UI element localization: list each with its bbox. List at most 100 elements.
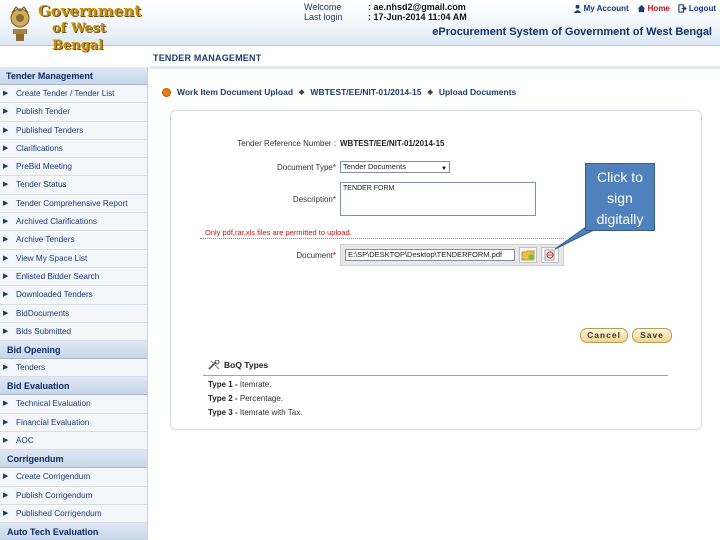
breadcrumb-item-upload-documents: Upload Documents: [438, 87, 517, 97]
arrow-right-icon: ▶: [3, 108, 9, 116]
folder-icon: [521, 250, 535, 261]
sidebar-section-corrigendum[interactable]: Corrigendum: [0, 450, 147, 469]
sidebar-item-archive-tenders[interactable]: ▶ Archive Tenders: [0, 231, 147, 250]
sidebar-item-label: Technical Evaluation: [16, 399, 91, 409]
sidebar-item-publish-tender[interactable]: ▶ Publish Tender: [0, 103, 147, 122]
sidebar-item-publish-corrigendum[interactable]: ▶ Publish Corrigendum: [0, 486, 147, 505]
arrow-right-icon: ▶: [3, 473, 9, 481]
arrow-right-icon: ▶: [3, 144, 9, 152]
home-icon: [637, 4, 645, 13]
boq-type-1: Type 1 - Itemrate.: [208, 380, 271, 389]
sidebar-item-label: Clarifications: [16, 143, 63, 153]
sidebar-item-label: Publish Tender: [16, 107, 71, 117]
sidebar-item-technical-evaluation[interactable]: ▶ Technical Evaluation: [0, 395, 147, 414]
sidebar-item-create-tender[interactable]: ▶ Create Tender / Tender List: [0, 85, 147, 104]
document-path-field[interactable]: E:\SP\DESKTOP\Desktop\TENDERFORM.pdf: [345, 249, 515, 261]
arrow-right-icon: ▶: [3, 491, 9, 499]
arrow-right-icon: ▶: [3, 218, 9, 226]
boq-type-3: Type 3 - Itemrate with Tax.: [208, 408, 302, 417]
sidebar-section-bid-opening[interactable]: Bid Opening: [0, 341, 147, 360]
required-mark: *: [332, 162, 336, 172]
document-type-value: Tender Documents: [343, 162, 406, 171]
tools-icon: [208, 360, 220, 370]
sidebar-section-bid-evaluation[interactable]: Bid Evaluation: [0, 377, 147, 396]
my-account-link[interactable]: My Account: [573, 4, 629, 13]
sidebar-item-archived-clarifications[interactable]: ▶ Archived Clarifications: [0, 213, 147, 232]
sidebar-item-aoc[interactable]: ▶ AOC: [0, 432, 147, 451]
sidebar-item-clarifications[interactable]: ▶ Clarifications: [0, 139, 147, 159]
document-type-select[interactable]: Tender Documents ▼: [340, 161, 450, 173]
arrow-right-icon: ▶: [3, 163, 9, 171]
sidebar-item-bids-submitted[interactable]: ▶ Bids Submitted: [0, 322, 147, 342]
boq-type-2: Type 2 - Percentage.: [208, 394, 283, 403]
sidebar-item-label: Enlisted Bidder Search: [16, 271, 100, 281]
arrow-right-icon: ▶: [3, 272, 9, 280]
boq-type-desc: Percentage.: [239, 394, 284, 403]
arrow-right-icon: ▶: [3, 400, 9, 408]
sidebar-item-tenders[interactable]: ▶ Tenders: [0, 359, 147, 378]
user-icon: [573, 4, 581, 13]
boq-type-label: Type 3 -: [208, 408, 238, 417]
document-label: Document*: [170, 251, 340, 260]
doc-type-label-text: Document Type: [276, 162, 333, 172]
logo-line1: Government: [38, 2, 142, 20]
required-mark: *: [332, 194, 336, 204]
tender-ref-label: Tender Reference Number :: [237, 139, 336, 148]
sidebar-item-tender-status[interactable]: ▶ Tender Status: [0, 176, 147, 195]
arrow-right-icon: ▶: [3, 509, 9, 517]
breadcrumb-item-upload[interactable]: Work Item Document Upload: [177, 87, 293, 97]
sidebar: Tender Management ▶ Create Tender / Tende…: [0, 67, 148, 540]
sidebar-item-label: Create Tender / Tender List: [16, 89, 115, 98]
boq-type-desc: Itemrate.: [239, 380, 272, 389]
boq-divider: [203, 375, 668, 376]
sidebar-item-label: Create Corrigendum: [16, 472, 91, 482]
boq-type-label: Type 1 -: [208, 380, 238, 389]
sidebar-item-label: Published Tenders: [16, 125, 84, 135]
sidebar-section-tender-management[interactable]: Tender Management: [0, 67, 147, 85]
last-login-value: : 17-Jun-2014 11:04 AM: [368, 12, 467, 22]
sidebar-item-label: BidDocuments: [16, 308, 70, 318]
description-textarea[interactable]: TENDER FORM: [340, 182, 536, 216]
welcome-label: Welcome: [304, 2, 342, 12]
chevron-down-icon: ▼: [441, 166, 447, 172]
document-row: Document* E:\SP\DESKTOP\Desktop\TENDERFO…: [170, 244, 564, 266]
arrow-right-icon: ▶: [3, 254, 9, 262]
government-logo[interactable]: Government of West Bengal: [38, 2, 150, 54]
sidebar-item-prebid-meeting[interactable]: ▶ PreBid Meeting: [0, 158, 147, 177]
separator-icon: ◆: [427, 89, 433, 96]
sidebar-item-label: Published Corrigendum: [16, 508, 102, 518]
logout-link[interactable]: Logout: [678, 4, 716, 13]
sidebar-item-label: Tender Comprehensive Report: [16, 198, 128, 208]
sidebar-item-published-corrigendum[interactable]: ▶ Published Corrigendum: [0, 504, 147, 524]
cancel-button[interactable]: Cancel: [580, 328, 628, 343]
sidebar-item-my-space-list[interactable]: ▶ View My Space List: [0, 249, 147, 268]
arrow-right-icon: ▶: [3, 437, 9, 445]
breadcrumb: Work Item Document Upload ◆ WBTEST/EE/NI…: [162, 87, 516, 97]
logo-line2: of West Bengal: [52, 21, 106, 53]
sidebar-item-downloaded-tenders[interactable]: ▶ Downloaded Tenders: [0, 286, 147, 305]
document-upload-group: E:\SP\DESKTOP\Desktop\TENDERFORM.pdf: [340, 244, 564, 266]
sidebar-item-create-corrigendum[interactable]: ▶ Create Corrigendum: [0, 468, 147, 487]
logout-label: Logout: [688, 4, 716, 13]
breadcrumb-item-tender-ref[interactable]: WBTEST/EE/NIT-01/2014-15: [310, 87, 421, 97]
sidebar-item-label: Financial Evaluation: [16, 417, 90, 427]
state-emblem-icon: [10, 6, 30, 41]
save-button[interactable]: Save: [632, 328, 672, 343]
sidebar-item-comprehensive-report[interactable]: ▶ Tender Comprehensive Report: [0, 194, 147, 214]
sidebar-item-financial-evaluation[interactable]: ▶ Financial Evaluation: [0, 413, 147, 433]
home-link[interactable]: Home: [637, 4, 670, 13]
top-links: My Account Home Logout: [573, 4, 716, 13]
sidebar-item-bid-documents[interactable]: ▶ BidDocuments: [0, 304, 147, 323]
sidebar-item-label: Archive Tenders: [16, 235, 75, 245]
boq-type-label: Type 2 -: [208, 394, 238, 403]
system-title: eProcurement System of Government of Wes…: [432, 26, 712, 38]
browse-button[interactable]: [519, 247, 537, 263]
arrow-right-icon: ▶: [3, 181, 9, 189]
sidebar-section-auto-tech-evaluation[interactable]: Auto Tech Evaluation: [0, 523, 147, 540]
sidebar-item-enlisted-bidder-search[interactable]: ▶ Enlisted Bidder Search: [0, 267, 147, 287]
logout-icon: [678, 4, 687, 13]
doc-type-label: Document Type*: [170, 163, 340, 172]
arrow-right-icon: ▶: [3, 364, 9, 372]
sidebar-item-published-tenders[interactable]: ▶ Published Tenders: [0, 121, 147, 140]
doc-type-row: Document Type* Tender Documents ▼: [170, 161, 450, 173]
